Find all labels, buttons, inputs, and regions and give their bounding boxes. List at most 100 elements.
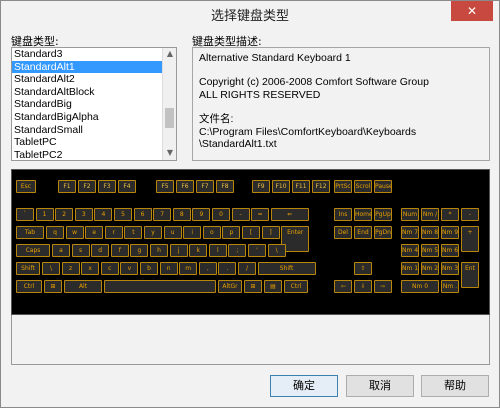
list-item[interactable]: StandardBig — [12, 98, 176, 111]
key-row1-16[interactable]: PgUp — [374, 208, 392, 221]
key-row0-11[interactable]: F11 — [292, 180, 310, 193]
key-row0-15[interactable]: Pause — [374, 180, 392, 193]
key-row0-9[interactable]: F9 — [252, 180, 270, 193]
key-row2-7[interactable]: u — [163, 226, 182, 239]
scroll-down-icon[interactable]: ▼ — [165, 148, 175, 158]
key-row0-3[interactable]: F3 — [98, 180, 116, 193]
key-row1-8[interactable]: 8 — [172, 208, 191, 221]
key-row0-14[interactable]: Scrol — [354, 180, 372, 193]
key-row5-7[interactable]: Ctrl — [284, 280, 308, 293]
key-row2-6[interactable]: y — [144, 226, 162, 239]
key-row2-15[interactable]: End — [354, 226, 372, 239]
list-item[interactable]: StandardAlt1 — [12, 60, 176, 74]
key-row1-3[interactable]: 3 — [74, 208, 93, 221]
key-row1-20[interactable]: - — [461, 208, 479, 221]
key-row2-14[interactable]: Del — [334, 226, 352, 239]
list-item[interactable]: TabletPC — [12, 136, 176, 149]
scroll-up-icon[interactable]: ▲ — [165, 49, 175, 59]
key-row2-18[interactable]: Nm 8 — [421, 226, 439, 239]
key-row2-19[interactable]: Nm 9 — [441, 226, 459, 239]
key-row1-2[interactable]: 2 — [55, 208, 74, 221]
key-row1-14[interactable]: Ins — [334, 208, 352, 221]
key-row5-3[interactable] — [104, 280, 216, 293]
key-row4-5[interactable]: v — [120, 262, 139, 275]
key-row4-0[interactable]: Shift — [16, 262, 40, 275]
key-row3-12[interactable]: \ — [267, 244, 286, 257]
close-button[interactable]: ✕ — [451, 1, 493, 21]
key-row4-13[interactable]: ⇧ — [354, 262, 372, 275]
key-row2-16[interactable]: PgDn — [374, 226, 392, 239]
key-row3-3[interactable]: d — [91, 244, 110, 257]
key-row5-9[interactable]: ⇩ — [354, 280, 372, 293]
key-row4-10[interactable]: . — [218, 262, 237, 275]
key-row0-10[interactable]: F10 — [272, 180, 290, 193]
list-scrollbar[interactable]: ▲ ▼ — [162, 48, 176, 160]
key-row5-2[interactable]: Alt — [64, 280, 102, 293]
key-row2-4[interactable]: r — [104, 226, 123, 239]
key-row2-1[interactable]: q — [46, 226, 64, 239]
key-row5-11[interactable]: Nm 0 — [401, 280, 439, 293]
key-row4-11[interactable]: / — [238, 262, 256, 275]
key-row4-8[interactable]: m — [179, 262, 198, 275]
key-row2-2[interactable]: w — [65, 226, 84, 239]
key-row1-4[interactable]: 4 — [94, 208, 113, 221]
key-row3-11[interactable]: ' — [248, 244, 266, 257]
key-row0-7[interactable]: F7 — [196, 180, 214, 193]
key-row5-6[interactable]: ▤ — [264, 280, 282, 293]
key-row5-10[interactable]: ⇨ — [374, 280, 392, 293]
list-item[interactable]: StandardSmall — [12, 124, 176, 137]
list-item[interactable]: TabletPC2 — [12, 149, 176, 160]
key-row1-6[interactable]: 6 — [133, 208, 152, 221]
key-row5-5[interactable]: ⊞ — [244, 280, 262, 293]
key-row1-17[interactable]: Num — [401, 208, 419, 221]
key-row3-1[interactable]: a — [52, 244, 70, 257]
key-row5-0[interactable]: Ctrl — [16, 280, 42, 293]
key-row1-12[interactable]: = — [251, 208, 270, 221]
key-row5-12[interactable]: Nm . — [441, 280, 459, 293]
key-row1-18[interactable]: Nm / — [421, 208, 439, 221]
key-row1-15[interactable]: Home — [354, 208, 372, 221]
key-row0-6[interactable]: F6 — [176, 180, 194, 193]
ok-button[interactable]: 确定 — [270, 375, 338, 397]
key-row1-1[interactable]: 1 — [35, 208, 54, 221]
key-row2-5[interactable]: t — [124, 226, 143, 239]
list-item[interactable]: StandardAlt2 — [12, 73, 176, 86]
key-row3-9[interactable]: l — [208, 244, 227, 257]
key-row1-11[interactable]: - — [231, 208, 250, 221]
key-row0-12[interactable]: F12 — [312, 180, 330, 193]
key-row5-1[interactable]: ⊞ — [44, 280, 62, 293]
key-row1-13[interactable]: ⇐ — [270, 208, 309, 221]
key-row5-4[interactable]: AltGr — [218, 280, 242, 293]
key-row2-10[interactable]: p — [222, 226, 241, 239]
help-button[interactable]: 帮助 — [421, 375, 489, 397]
key-row3-2[interactable]: s — [71, 244, 90, 257]
key-row4-14[interactable]: Nm 1 — [401, 262, 419, 275]
key-row1-9[interactable]: 9 — [192, 208, 211, 221]
key-row0-0[interactable]: Esc — [16, 180, 36, 193]
key-row1-5[interactable]: 5 — [114, 208, 132, 221]
key-row4-9[interactable]: , — [198, 262, 217, 275]
key-row0-2[interactable]: F2 — [78, 180, 96, 193]
key-row2-9[interactable]: o — [202, 226, 221, 239]
key-row0-13[interactable]: PrtSc — [334, 180, 352, 193]
key-row3-13[interactable]: Nm 4 — [401, 244, 419, 257]
key-row3-15[interactable]: Nm 6 — [441, 244, 459, 257]
key-row3-0[interactable]: Caps — [16, 244, 50, 257]
scroll-thumb[interactable] — [165, 108, 174, 128]
key-row5-8[interactable]: ⇦ — [334, 280, 352, 293]
key-row1-0[interactable]: ` — [16, 208, 34, 221]
key-row3-10[interactable]: ; — [228, 244, 247, 257]
key-row3-7[interactable]: j — [169, 244, 188, 257]
key-row4-4[interactable]: c — [100, 262, 119, 275]
key-row3-6[interactable]: h — [150, 244, 168, 257]
key-row4-6[interactable]: b — [140, 262, 158, 275]
key-row4-17[interactable]: Ent — [461, 262, 479, 288]
key-row0-5[interactable]: F5 — [156, 180, 174, 193]
key-row4-12[interactable]: Shift — [257, 262, 316, 275]
key-row2-3[interactable]: e — [85, 226, 104, 239]
key-row1-7[interactable]: 7 — [153, 208, 172, 221]
key-row4-15[interactable]: Nm 2 — [421, 262, 439, 275]
key-row2-0[interactable]: Tab — [16, 226, 44, 239]
key-row4-16[interactable]: Nm 3 — [441, 262, 459, 275]
key-row2-11[interactable]: [ — [242, 226, 260, 239]
